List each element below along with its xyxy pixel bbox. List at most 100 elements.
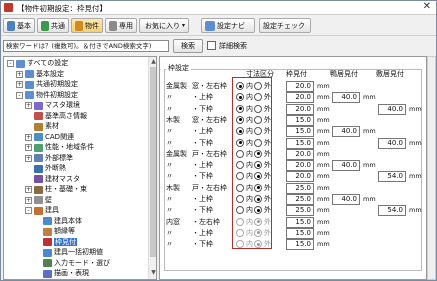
frame-row: 金属製 窓・左右枠内外 20.0 mm — [166, 81, 416, 93]
tree-item[interactable]: 入力モード・選び — [34, 258, 110, 269]
unit-label: mm — [409, 172, 422, 181]
frame-input[interactable]: 25.0 — [286, 182, 314, 194]
threshold-frame-input[interactable]: 54.0 — [378, 205, 406, 217]
close-icon[interactable]: ✕ — [423, 1, 431, 12]
tree-item[interactable]: 建具一括初期値 — [34, 247, 103, 258]
tree-item[interactable]: 額縁等 — [34, 226, 75, 237]
tree-item[interactable]: - すべての設定 — [7, 58, 68, 69]
frame-row: 〃・上枠内外 25.0 mm 40.0 mm — [166, 194, 416, 206]
scroll-up-icon[interactable]: ▲ — [150, 58, 156, 66]
unit-label: mm — [363, 195, 376, 203]
folder-icon — [25, 70, 34, 78]
property-button[interactable]: 物件 — [71, 18, 103, 33]
unit-label: mm — [317, 206, 330, 215]
tree-item[interactable]: + マスタ環境 — [25, 100, 80, 111]
tree-item[interactable]: 建材マスタ — [25, 174, 80, 185]
unit-label: mm — [317, 161, 330, 170]
expand-icon[interactable]: + — [25, 196, 32, 204]
row-item: ・上枠 — [192, 161, 213, 170]
folder-icon — [34, 133, 43, 141]
collapse-icon[interactable]: - — [25, 207, 32, 214]
expand-icon[interactable]: + — [25, 186, 32, 193]
leaf-spacer — [25, 165, 32, 172]
leaf-spacer — [34, 270, 41, 277]
threshold-frame-input[interactable]: 40.0 — [378, 103, 406, 115]
tree-item[interactable]: 外断熱 — [25, 163, 66, 174]
tree-item-label: CAD関連 — [45, 132, 75, 141]
tree-item[interactable]: + 壁 — [25, 195, 52, 206]
frame-input[interactable]: 15.0 — [286, 114, 314, 126]
navi-icon — [205, 20, 215, 31]
threshold-frame-input[interactable]: 54.0 — [378, 171, 406, 183]
expand-icon[interactable]: + — [25, 133, 32, 141]
row-item: 戸・左右枠 — [192, 183, 227, 192]
collapse-icon[interactable]: - — [7, 60, 14, 67]
scroll-down-icon[interactable]: ▼ — [150, 269, 156, 277]
expand-icon[interactable]: + — [25, 154, 32, 162]
frame-input[interactable]: 15.0 — [286, 239, 314, 251]
search-input[interactable]: 検索ワードは？(複数可)。＆付きでAND検索文字) — [3, 40, 169, 52]
expand-icon[interactable]: + — [25, 144, 32, 151]
frame-input[interactable]: 20.0 — [286, 81, 314, 92]
tree-scrollbar[interactable]: ▲ ▼ — [148, 57, 156, 279]
row-category: 〃 — [166, 138, 173, 147]
folder-icon — [34, 175, 43, 183]
frame-input[interactable]: 15.0 — [286, 137, 314, 149]
ceiling-frame-input[interactable]: 40.0 — [332, 194, 360, 205]
tree-item[interactable]: 素材 — [25, 121, 59, 132]
search-button[interactable]: 検索 — [173, 39, 203, 53]
frame-row: 〃・下枠内外 15.0 mm 40.0 mm — [166, 137, 422, 150]
detail-search-checkbox[interactable] — [207, 41, 216, 50]
tree-item[interactable]: + 性能・地域条件 — [25, 142, 94, 153]
frame-input[interactable]: 20.0 — [286, 103, 314, 115]
row-item: ・下枠 — [192, 206, 213, 215]
tree-item[interactable]: + 共通初期設定 — [16, 79, 78, 90]
tree-item[interactable]: + 基本設定 — [16, 69, 64, 80]
expand-icon[interactable]: + — [16, 81, 23, 88]
frame-input[interactable]: 25.0 — [286, 205, 314, 217]
frame-input[interactable]: 20.0 — [286, 160, 314, 172]
tree-item[interactable]: - 物件初期設定 — [16, 90, 78, 101]
ceiling-frame-input[interactable]: 40.0 — [332, 92, 360, 104]
frame-input[interactable]: 15.0 — [286, 126, 314, 138]
ceiling-frame-input[interactable]: 40.0 — [332, 126, 360, 138]
threshold-frame-input[interactable]: 40.0 — [378, 137, 406, 149]
panel-scrollbar[interactable] — [427, 56, 436, 280]
tree-item-label: 建材マスタ — [45, 174, 80, 183]
frame-input[interactable]: 15.0 — [286, 216, 314, 228]
dedicated-button[interactable]: 専用 — [105, 18, 137, 33]
expand-icon[interactable]: + — [25, 102, 32, 109]
frame-input[interactable]: 25.0 — [286, 194, 314, 205]
header-ceiling-frame: 鴨居見付 — [330, 70, 358, 78]
tree-item[interactable]: 描画・表現 — [34, 268, 89, 279]
tree-item-label: 壁 — [45, 195, 52, 204]
scroll-thumb[interactable] — [150, 67, 156, 257]
basic-button[interactable]: 基本 — [3, 18, 35, 33]
frame-input[interactable]: 15.0 — [286, 227, 314, 239]
frame-row: 〃・下枠内外 20.0 mm 40.0 mm — [166, 103, 422, 116]
header-threshold-frame: 敷居見付 — [376, 70, 404, 78]
tree-item[interactable]: 枠見付 — [34, 237, 77, 248]
favorites-button[interactable]: お気に入り ▾ — [139, 18, 189, 33]
expand-icon[interactable]: + — [16, 70, 23, 78]
tree-item[interactable]: + 柱・基礎・束 — [25, 184, 87, 195]
tree-item-label: 枠見付 — [54, 237, 77, 246]
ceiling-frame-input[interactable]: 40.0 — [332, 160, 360, 172]
frame-input[interactable]: 20.0 — [286, 92, 314, 104]
unit-label: mm — [317, 172, 330, 181]
row-category: 〃 — [166, 161, 173, 170]
frame-input[interactable]: 20.0 — [286, 171, 314, 183]
tree-item[interactable]: 建具本体 — [34, 216, 82, 227]
tree-item[interactable]: - 建具 — [25, 205, 59, 216]
collapse-icon[interactable]: - — [16, 91, 23, 99]
frame-input[interactable]: 20.0 — [286, 148, 314, 160]
tree-item-label: 基本設定 — [36, 69, 64, 78]
tree-item[interactable]: + CAD関連 — [25, 132, 74, 143]
settings-check-button[interactable]: 設定チェック — [259, 18, 311, 33]
unit-label: mm — [317, 217, 330, 226]
tree-item[interactable]: 基準高さ情報 — [25, 111, 87, 122]
folder-icon — [43, 259, 52, 267]
common-button[interactable]: 共通 — [37, 18, 69, 33]
tree-item[interactable]: + 外部標準 — [25, 153, 73, 164]
settings-navi-button[interactable]: 設定ナビ — [201, 18, 255, 33]
